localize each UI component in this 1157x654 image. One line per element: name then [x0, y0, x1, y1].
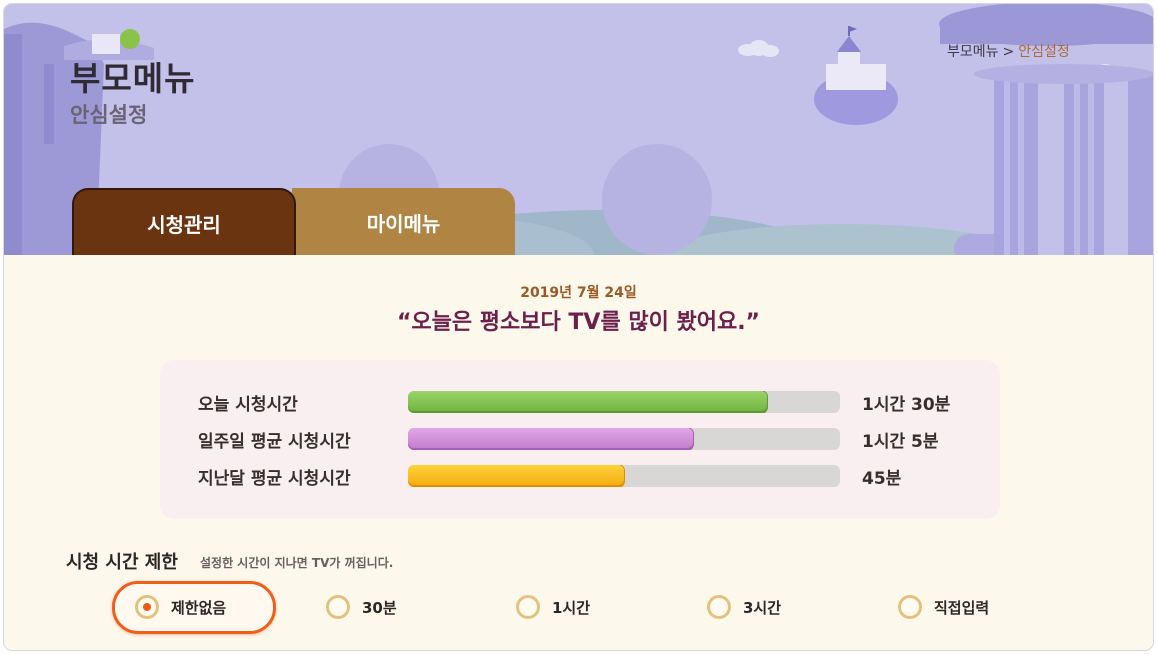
progress-fill	[408, 428, 694, 450]
tab-my-menu[interactable]: 마이메뉴	[292, 188, 515, 255]
stat-row-monthly: 지난달 평균 시청시간 45분	[160, 462, 1000, 490]
stat-label: 지난달 평균 시청시간	[198, 469, 351, 489]
radio-button[interactable]	[135, 595, 159, 619]
breadcrumb-current: 안심설정	[1018, 44, 1070, 60]
page-subtitle: 안심설정	[70, 103, 148, 127]
progress-track	[408, 428, 840, 450]
breadcrumb-parent[interactable]: 부모메뉴	[947, 44, 999, 60]
stat-value: 1시간 30분	[862, 395, 951, 415]
radio-button[interactable]	[707, 595, 731, 619]
stat-row-today: 오늘 시청시간 1시간 30분	[160, 388, 1000, 416]
progress-fill	[408, 391, 767, 413]
progress-track	[408, 465, 840, 487]
radio-label: 30분	[362, 598, 397, 617]
breadcrumb: 부모메뉴 > 안심설정	[947, 41, 1070, 61]
stat-value: 45분	[862, 469, 902, 489]
radio-label: 직접입력	[934, 598, 990, 617]
summary-date: 2019년 7월 24일	[520, 285, 637, 301]
progress-track	[408, 391, 840, 413]
radio-label: 3시간	[743, 598, 782, 617]
stat-label: 일주일 평균 시청시간	[198, 432, 351, 452]
radio-button[interactable]	[326, 595, 350, 619]
viewing-stats-card: 오늘 시청시간 1시간 30분 일주일 평균 시청시간 1시간 5분 지난달 평…	[160, 360, 1000, 519]
tab-label: 마이메뉴	[366, 212, 441, 236]
stat-label: 오늘 시청시간	[198, 395, 298, 415]
radio-label: 제한없음	[171, 598, 227, 617]
tab-label: 시청관리	[147, 213, 221, 237]
radio-button[interactable]	[898, 595, 922, 619]
time-limit-description: 설정한 시간이 지나면 TV가 꺼집니다.	[200, 556, 394, 570]
radio-option-1hour[interactable]: 1시간	[516, 592, 590, 622]
stat-row-weekly: 일주일 평균 시청시간 1시간 5분	[160, 425, 1000, 453]
radio-option-3hours[interactable]: 3시간	[707, 592, 781, 622]
time-limit-title: 시청 시간 제한	[66, 552, 178, 573]
breadcrumb-separator: >	[1002, 44, 1015, 60]
radio-option-no-limit[interactable]: 제한없음	[135, 592, 226, 622]
summary-headline: “오늘은 평소보다 TV를 많이 봤어요.”	[396, 310, 761, 335]
radio-option-custom[interactable]: 직접입력	[898, 592, 989, 622]
header-banner: 부모메뉴 안심설정 부모메뉴 > 안심설정 시청관리 마이메뉴	[4, 4, 1153, 255]
radio-label: 1시간	[552, 598, 591, 617]
app-window: 부모메뉴 안심설정 부모메뉴 > 안심설정 시청관리 마이메뉴 2019년 7월 2…	[4, 4, 1153, 650]
radio-option-30min[interactable]: 30분	[326, 592, 397, 622]
tab-watch-management[interactable]: 시청관리	[72, 188, 296, 255]
radio-button[interactable]	[516, 595, 540, 619]
page-title: 부모메뉴	[70, 59, 196, 98]
progress-fill	[408, 465, 624, 487]
stat-value: 1시간 5분	[862, 432, 939, 452]
